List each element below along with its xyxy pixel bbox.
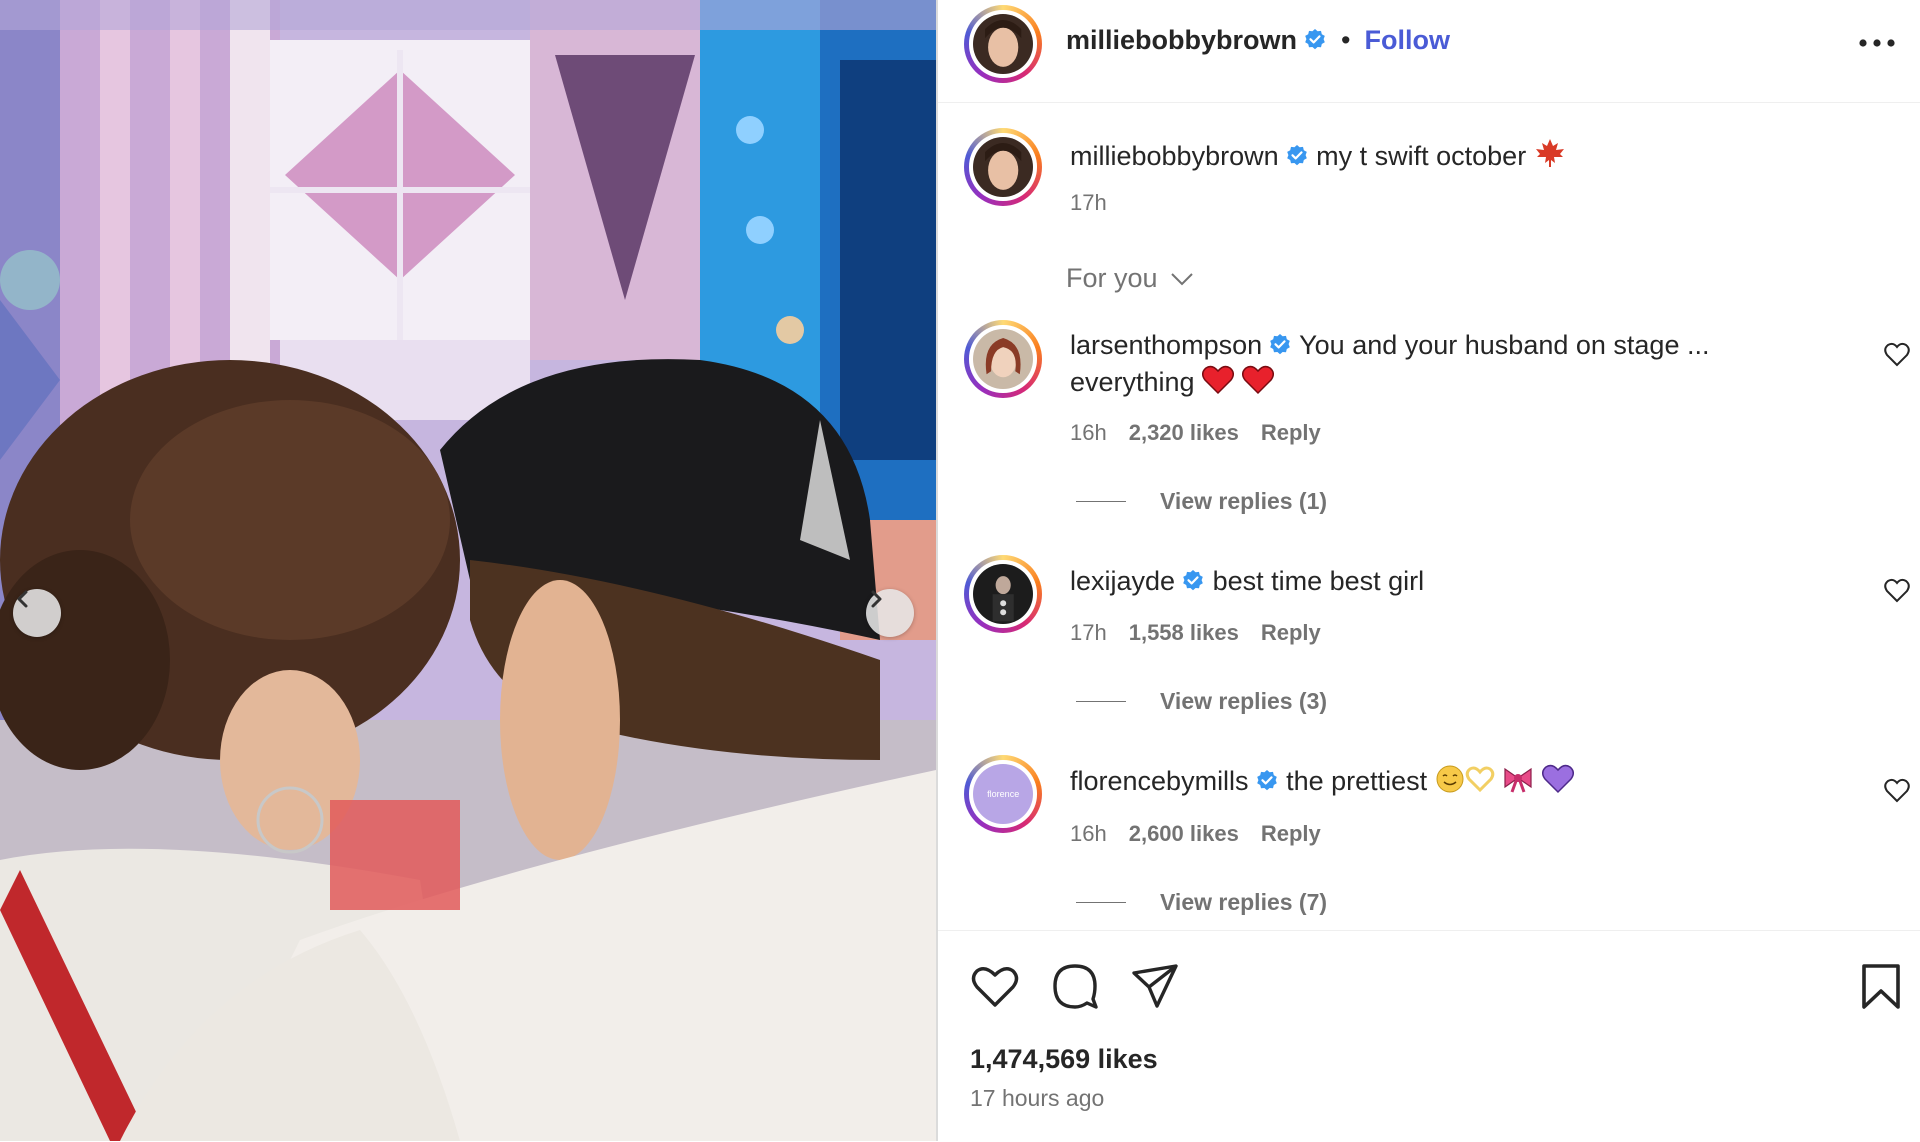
author-avatar[interactable] xyxy=(964,5,1042,83)
reply-button[interactable]: Reply xyxy=(1261,420,1321,445)
comment-likes[interactable]: 2,600 likes xyxy=(1129,821,1239,846)
comment-meta: 16h 2,320 likes Reply xyxy=(1070,420,1343,446)
view-replies-label: View replies (7) xyxy=(1160,889,1328,915)
comment-username[interactable]: larsenthompson xyxy=(1070,330,1262,360)
comment-meta: 16h 2,600 likes Reply xyxy=(1070,821,1343,847)
post-side-panel: milliebobbybrown • Follow milliebobbybrown… xyxy=(938,0,1920,1141)
comment-like-heart-icon[interactable] xyxy=(1884,778,1910,804)
purple-heart-emoji xyxy=(1541,764,1574,794)
florence-logo-text: florence xyxy=(987,789,1019,799)
comment-avatar[interactable]: florence xyxy=(964,755,1042,833)
maple-leaf-emoji xyxy=(1535,139,1564,167)
caption-avatar[interactable] xyxy=(964,128,1042,206)
florence-logo: florence xyxy=(972,763,1034,825)
comments-sort-label: For you xyxy=(1066,263,1158,293)
smiling-face-emoji xyxy=(1436,765,1464,793)
comment-text: florencebymills the prettiest xyxy=(1070,763,1574,800)
comment-time: 16h xyxy=(1070,821,1107,846)
share-icon[interactable] xyxy=(1130,961,1180,1011)
verified-badge-icon xyxy=(1270,334,1290,355)
red-heart-emoji xyxy=(1241,365,1274,395)
comment-username[interactable]: florencebymills xyxy=(1070,766,1249,796)
comment-like-heart-icon[interactable] xyxy=(1884,342,1910,368)
photo-illustration xyxy=(0,0,936,1141)
comment-time: 16h xyxy=(1070,420,1107,445)
comment-body: the prettiest xyxy=(1286,766,1428,796)
comment-avatar[interactable] xyxy=(964,555,1042,633)
comment-likes[interactable]: 2,320 likes xyxy=(1129,420,1239,445)
comment-icon[interactable] xyxy=(1050,961,1100,1011)
post-timestamp: 17 hours ago xyxy=(970,1085,1105,1111)
heart-hands-emoji xyxy=(1465,766,1494,793)
view-replies-button[interactable]: View replies (1) xyxy=(1076,488,1327,515)
comment-body: You and your husband on stage ... xyxy=(1299,330,1710,360)
author-username[interactable]: milliebobbybrown xyxy=(1066,25,1297,55)
verified-badge-icon xyxy=(1183,570,1203,591)
post-likes-count[interactable]: 1,474,569 likes xyxy=(970,1044,1158,1075)
more-options-icon[interactable] xyxy=(1856,28,1898,58)
reply-button[interactable]: Reply xyxy=(1261,620,1321,645)
comments-sort-dropdown[interactable]: For you xyxy=(1066,263,1194,294)
comment-body-continued: everything xyxy=(1070,367,1195,397)
post-photo[interactable] xyxy=(0,0,936,1141)
caption-meta: 17h xyxy=(1070,190,1129,216)
view-replies-button[interactable]: View replies (3) xyxy=(1076,688,1327,715)
bookmark-icon[interactable] xyxy=(1856,961,1906,1011)
post-header: milliebobbybrown • Follow xyxy=(938,0,1920,103)
comment-like-heart-icon[interactable] xyxy=(1884,578,1910,604)
follow-button[interactable]: Follow xyxy=(1364,25,1449,55)
view-replies-button[interactable]: View replies (7) xyxy=(1076,889,1327,916)
view-replies-label: View replies (3) xyxy=(1160,688,1328,714)
comment-text: larsenthompson You and your husband on s… xyxy=(1070,327,1770,401)
verified-badge-icon xyxy=(1305,29,1325,50)
caption-text: my t swift october xyxy=(1316,141,1527,171)
comment-body: best time best girl xyxy=(1212,566,1425,596)
comment-likes[interactable]: 1,558 likes xyxy=(1129,620,1239,645)
chevron-down-icon xyxy=(1170,272,1193,285)
carousel-next-button[interactable] xyxy=(866,589,914,637)
caption-username[interactable]: milliebobbybrown xyxy=(1070,141,1279,171)
verified-badge-icon xyxy=(1256,770,1277,791)
comment-avatar[interactable] xyxy=(964,320,1042,398)
verified-badge-icon xyxy=(1286,145,1307,166)
view-replies-label: View replies (1) xyxy=(1160,488,1328,514)
reply-button[interactable]: Reply xyxy=(1261,821,1321,846)
comment-time: 17h xyxy=(1070,620,1107,645)
carousel-prev-button[interactable] xyxy=(13,589,61,637)
ribbon-emoji xyxy=(1504,767,1532,793)
heart-icon[interactable] xyxy=(970,961,1020,1011)
post-actions-bar: 1,474,569 likes 17 hours ago xyxy=(938,930,1920,1142)
comment-text: lexijayde best time best girl xyxy=(1070,563,1424,600)
carousel-next-icon xyxy=(871,590,882,608)
caption-time: 17h xyxy=(1070,190,1107,215)
caption: milliebobbybrown my t swift october xyxy=(1070,137,1566,175)
header-separator: • xyxy=(1341,25,1351,55)
carousel-prev-icon xyxy=(17,590,28,608)
red-heart-emoji xyxy=(1202,365,1235,395)
instagram-post-view: milliebobbybrown • Follow milliebobbybrown… xyxy=(0,0,1920,1141)
comment-meta: 17h 1,558 likes Reply xyxy=(1070,620,1343,646)
comment-username[interactable]: lexijayde xyxy=(1070,566,1175,596)
